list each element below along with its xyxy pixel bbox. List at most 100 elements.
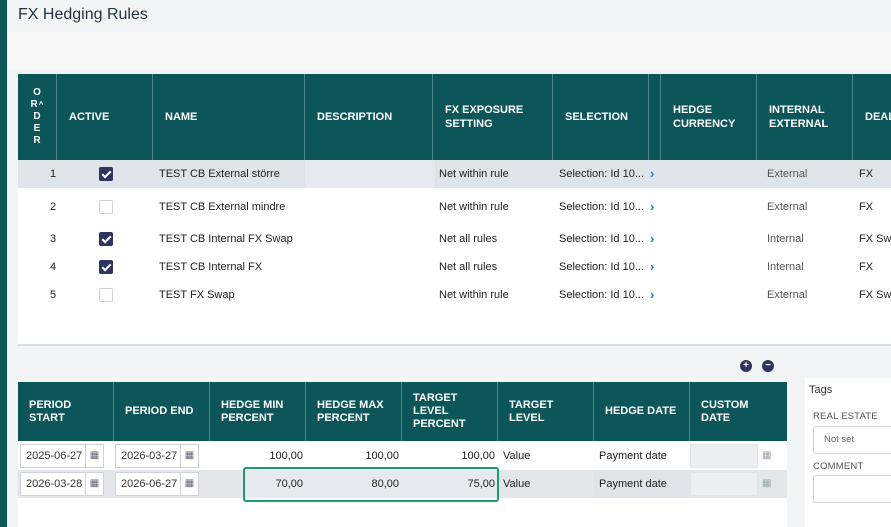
table-row[interactable]: 4 TEST CB Internal FX Net all rules Sele… xyxy=(18,253,891,281)
header-line: INTERNAL xyxy=(769,104,825,116)
active-checkbox[interactable] xyxy=(99,167,113,181)
hedge-max-cell[interactable]: 100,00 xyxy=(314,442,399,470)
comment-input[interactable] xyxy=(813,475,891,503)
column-header-deal[interactable]: DEAL xyxy=(853,74,891,160)
header-line: LEVEL xyxy=(413,405,449,417)
header-line: DATE xyxy=(701,411,731,424)
selection-highlight xyxy=(243,467,499,502)
header-line: CUSTOM xyxy=(701,398,749,411)
column-header-fx-exposure[interactable]: FX EXPOSURE SETTING xyxy=(433,74,553,160)
column-header-period-start[interactable]: PERIOD START xyxy=(18,382,114,441)
chevron-right-icon[interactable]: › xyxy=(650,225,660,253)
minus-circle-icon[interactable]: − xyxy=(762,360,774,372)
target-level-percent-cell[interactable]: 100,00 xyxy=(410,442,495,470)
header-line: HEDGE MIN xyxy=(221,398,284,411)
period-start-input[interactable]: 2026-03-28 xyxy=(20,472,86,496)
fx-exposure-cell: Net within rule xyxy=(439,201,509,213)
real-estate-select[interactable]: Not set xyxy=(813,426,891,454)
header-line: PERCENT xyxy=(317,411,370,424)
order-letter: E xyxy=(33,123,41,134)
header-line: LEVEL xyxy=(509,411,545,424)
order-letter: O xyxy=(33,87,41,98)
plus-circle-icon[interactable]: + xyxy=(740,360,752,372)
header-line: PERCENT xyxy=(221,411,274,424)
column-header-spacer xyxy=(649,74,661,160)
column-header-selection[interactable]: SELECTION xyxy=(553,74,649,160)
column-header-active[interactable]: ACTIVE xyxy=(57,74,153,160)
calendar-icon[interactable]: ▦ xyxy=(86,444,104,468)
table-row[interactable]: 5 TEST FX Swap Net within rule Selection… xyxy=(18,281,891,309)
table-row[interactable]: 2025-06-27 ▦ 2026-03-27 ▦ 100,00 100,00 … xyxy=(18,442,787,470)
active-checkbox[interactable] xyxy=(99,288,113,302)
custom-date-input[interactable] xyxy=(690,472,758,496)
custom-date-input[interactable] xyxy=(690,444,758,468)
chevron-right-icon[interactable]: › xyxy=(650,281,660,309)
calendar-icon[interactable]: ▦ xyxy=(762,470,776,498)
column-header-internal-external[interactable]: INTERNAL EXTERNAL xyxy=(757,74,853,160)
name-cell: TEST FX Swap xyxy=(159,289,235,301)
selection-cell: Selection: Id 10... xyxy=(559,201,644,213)
hedge-min-cell[interactable]: 100,00 xyxy=(218,442,303,470)
tags-title: Tags xyxy=(809,384,833,396)
toolbar-strip xyxy=(7,32,891,70)
hedge-date-cell[interactable]: Payment date xyxy=(599,442,667,470)
column-header-target-level-percent[interactable]: TARGET LEVEL PERCENT xyxy=(402,382,498,441)
chevron-right-icon[interactable]: › xyxy=(650,193,660,221)
order-cell: 2 xyxy=(49,201,57,213)
rules-table: O R^ D E R ACTIVE NAME DESCRIPTION FX EX… xyxy=(18,74,891,346)
order-letter-with-sort: R^ xyxy=(30,99,44,110)
table-row[interactable]: 1 TEST CB External större Net within rul… xyxy=(18,160,891,188)
period-end-input[interactable]: 2026-03-27 xyxy=(115,444,181,468)
target-level-cell[interactable]: Value xyxy=(503,470,530,498)
period-start-input[interactable]: 2025-06-27 xyxy=(20,444,86,468)
internal-external-cell: External xyxy=(767,168,808,180)
selection-cell: Selection: Id 10... xyxy=(559,289,644,301)
column-header-order[interactable]: O R^ D E R xyxy=(18,74,57,160)
active-checkbox[interactable] xyxy=(99,232,113,246)
calendar-icon[interactable]: ▦ xyxy=(86,472,104,496)
internal-external-cell: External xyxy=(767,201,808,213)
header-line: FX EXPOSURE xyxy=(445,104,524,116)
table-row[interactable]: 2 TEST CB External mindre Net within rul… xyxy=(18,193,891,221)
name-cell: TEST CB Internal FX xyxy=(159,261,263,273)
table-row[interactable]: 3 TEST CB Internal FX Swap Net all rules… xyxy=(18,225,891,253)
column-header-hedge-min[interactable]: HEDGE MIN PERCENT xyxy=(210,382,306,441)
column-header-hedge-currency[interactable]: HEDGE CURRENCY xyxy=(661,74,757,160)
deal-cell: FX Swa xyxy=(859,233,891,245)
column-header-hedge-date[interactable]: HEDGE DATE xyxy=(594,382,690,441)
column-header-period-end[interactable]: PERIOD END xyxy=(114,382,210,441)
fx-exposure-cell: Net all rules xyxy=(439,233,498,245)
internal-external-cell: Internal xyxy=(767,261,804,273)
calendar-icon[interactable]: ▦ xyxy=(762,442,776,470)
order-cell: 1 xyxy=(49,168,57,180)
selection-cell: Selection: Id 10... xyxy=(559,168,644,180)
hedge-date-cell[interactable]: Payment date xyxy=(599,470,667,498)
column-header-name[interactable]: NAME xyxy=(153,74,305,160)
period-end-input[interactable]: 2026-06-27 xyxy=(115,472,181,496)
order-cell: 4 xyxy=(49,261,57,273)
header-line: SETTING xyxy=(445,118,493,130)
deal-cell: FX xyxy=(859,168,874,180)
internal-external-cell: External xyxy=(767,289,808,301)
page-title: FX Hedging Rules xyxy=(18,6,148,23)
header-line: EXTERNAL xyxy=(769,118,829,130)
column-header-hedge-max[interactable]: HEDGE MAX PERCENT xyxy=(306,382,402,441)
sort-up-icon: ^ xyxy=(38,100,44,109)
column-header-description[interactable]: DESCRIPTION xyxy=(305,74,433,160)
order-cell: 3 xyxy=(49,233,57,245)
calendar-icon[interactable]: ▦ xyxy=(181,444,199,468)
chevron-right-icon[interactable]: › xyxy=(650,253,660,281)
chevron-right-icon[interactable]: › xyxy=(650,160,660,188)
column-header-custom-date[interactable]: CUSTOM DATE xyxy=(690,382,787,441)
header-line: PERCENT xyxy=(413,418,466,430)
column-header-target-level[interactable]: TARGET LEVEL xyxy=(498,382,594,441)
header-line: TARGET xyxy=(413,392,458,404)
selection-cell: Selection: Id 10... xyxy=(559,261,644,273)
left-accent-bar xyxy=(0,0,7,527)
calendar-icon[interactable]: ▦ xyxy=(181,472,199,496)
active-checkbox[interactable] xyxy=(99,200,113,214)
target-level-cell[interactable]: Value xyxy=(503,442,530,470)
active-checkbox[interactable] xyxy=(99,260,113,274)
header-line: PERIOD xyxy=(29,398,72,411)
fx-exposure-cell: Net within rule xyxy=(439,289,509,301)
